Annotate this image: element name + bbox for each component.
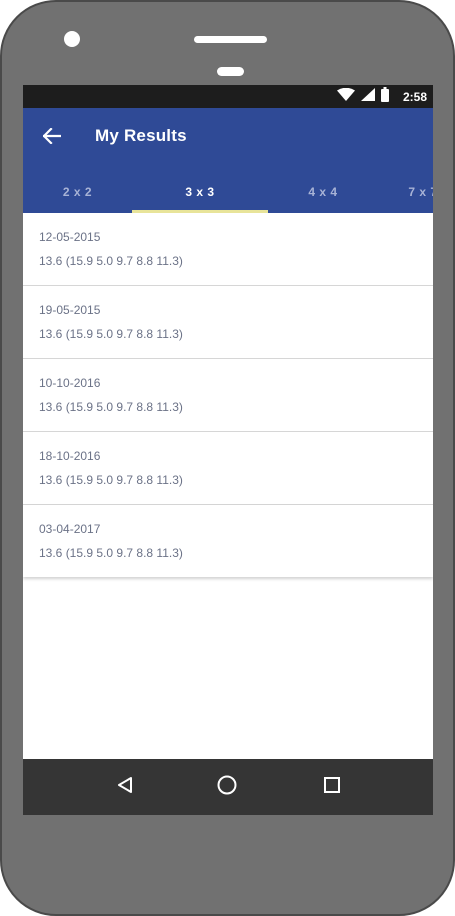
camera [64,31,80,47]
result-date: 18-10-2016 [39,449,101,463]
result-date: 10-10-2016 [39,376,101,390]
home-circle-icon [217,775,237,800]
result-times: 13.6 (15.9 5.0 9.7 8.8 11.3) [39,327,183,341]
result-times: 13.6 (15.9 5.0 9.7 8.8 11.3) [39,473,183,487]
sensor [217,67,244,76]
result-times: 13.6 (15.9 5.0 9.7 8.8 11.3) [39,400,183,414]
recents-square-icon [324,776,340,798]
cell-signal-icon [360,87,375,106]
result-date: 12-05-2015 [39,230,101,244]
tab-bar: 2 x 2 3 x 3 4 x 4 7 x 7 [23,170,433,213]
result-times: 13.6 (15.9 5.0 9.7 8.8 11.3) [39,546,183,560]
back-triangle-icon [116,776,134,799]
tab-4x4[interactable]: 4 x 4 [268,170,378,213]
screen: 2:58 My Results 2 x 2 3 x 3 4 x 4 7 x 7 … [23,85,433,815]
nav-back-button[interactable] [111,773,139,801]
arrow-left-icon [42,126,62,149]
list-item[interactable]: 18-10-2016 13.6 (15.9 5.0 9.7 8.8 11.3) [23,432,433,505]
navigation-bar [23,759,433,815]
nav-recents-button[interactable] [318,773,346,801]
list-item[interactable]: 10-10-2016 13.6 (15.9 5.0 9.7 8.8 11.3) [23,359,433,432]
nav-home-button[interactable] [213,773,241,801]
list-item[interactable]: 03-04-2017 13.6 (15.9 5.0 9.7 8.8 11.3) [23,505,433,577]
list-item[interactable]: 19-05-2015 13.6 (15.9 5.0 9.7 8.8 11.3) [23,286,433,359]
result-date: 19-05-2015 [39,303,101,317]
page-title: My Results [95,126,187,145]
result-date: 03-04-2017 [39,522,101,536]
battery-icon [380,86,389,107]
app-bar: My Results 2 x 2 3 x 3 4 x 4 7 x 7 [23,108,433,213]
result-times: 13.6 (15.9 5.0 9.7 8.8 11.3) [39,254,183,268]
status-bar: 2:58 [23,85,433,108]
list-item[interactable]: 12-05-2015 13.6 (15.9 5.0 9.7 8.8 11.3) [23,213,433,286]
status-time: 2:58 [402,89,427,104]
back-button[interactable] [37,123,67,153]
speaker [194,36,267,43]
tab-7x7[interactable]: 7 x 7 [378,170,433,213]
tab-2x2[interactable]: 2 x 2 [23,170,132,213]
wifi-icon [336,87,355,106]
tab-3x3[interactable]: 3 x 3 [132,170,268,213]
results-list: 12-05-2015 13.6 (15.9 5.0 9.7 8.8 11.3) … [23,213,433,577]
